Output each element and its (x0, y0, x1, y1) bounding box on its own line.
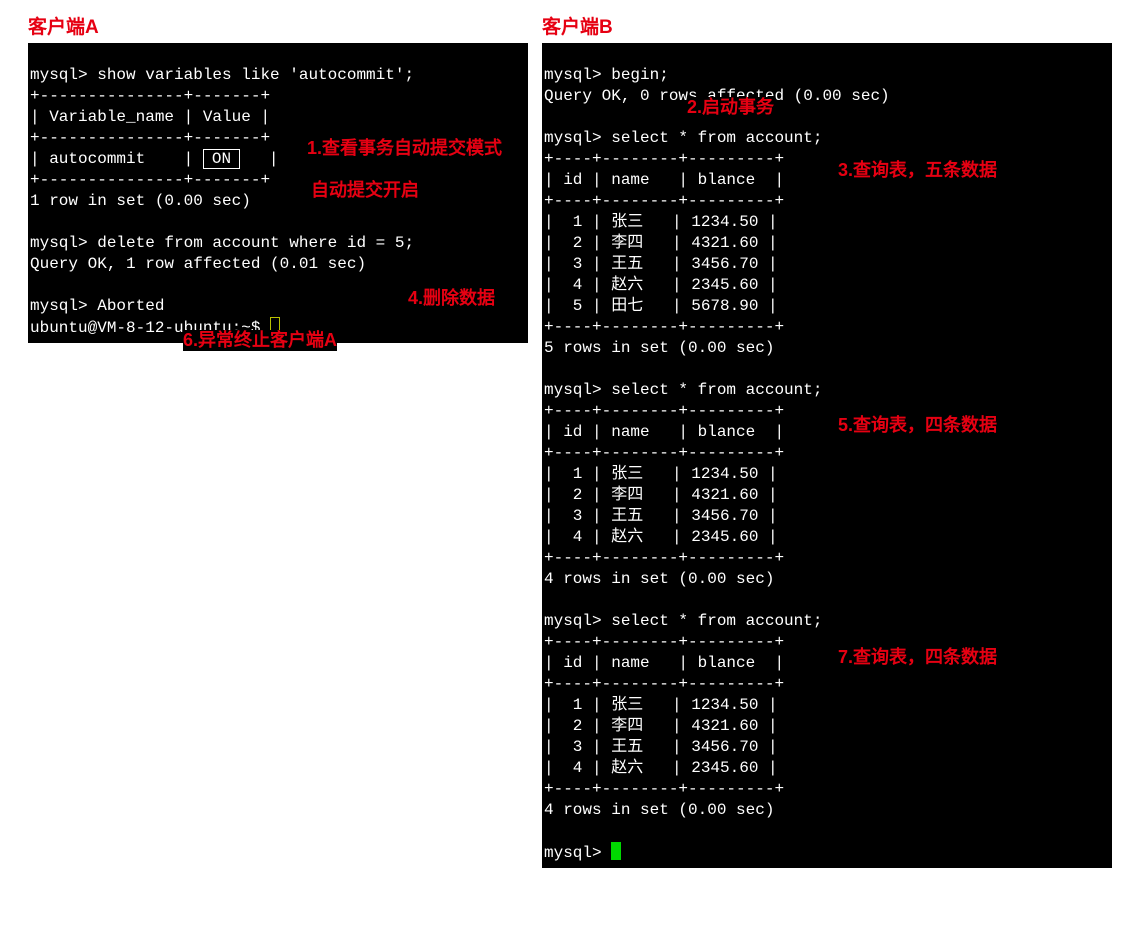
b-border: +----+--------+---------+ (544, 675, 784, 693)
b-cmd-begin: mysql> begin; (544, 66, 669, 84)
client-a-column: 客户端A mysql> show variables like 'autocom… (28, 12, 528, 343)
table-row: | 1 | 张三 | 1234.50 | (544, 696, 778, 714)
client-b-title: 客户端B (542, 12, 1112, 39)
b-border: +----+--------+---------+ (544, 444, 784, 462)
a-sep2: +---------------+-------+ (30, 129, 270, 147)
b-header: | id | name | blance | (544, 654, 784, 672)
b-header: | id | name | blance | (544, 423, 784, 441)
b-select-3: mysql> select * from account; (544, 612, 822, 630)
a-cmd-delete: mysql> delete from account where id = 5; (30, 234, 414, 252)
b-border: +----+--------+---------+ (544, 318, 784, 336)
annotation-b5: 5.查询表，四条数据 (838, 415, 997, 436)
a-autocommit-row-left: | autocommit | (30, 150, 193, 168)
b-border: +----+--------+---------+ (544, 633, 784, 651)
table-row: | 4 | 赵六 | 2345.60 | (544, 759, 778, 777)
b-select-2: mysql> select * from account; (544, 381, 822, 399)
b-rows4-msg: 4 rows in set (0.00 sec) (544, 570, 774, 588)
a-sep3: +---------------+-------+ (30, 171, 270, 189)
a-row-end: | (269, 150, 279, 168)
table-row: | 4 | 赵六 | 2345.60 | (544, 276, 778, 294)
annotation-2: 自动提交开启 (311, 180, 419, 201)
a-header-row: | Variable_name | Value | (30, 108, 270, 126)
table-row: | 3 | 王五 | 3456.70 | (544, 255, 778, 273)
b-rows4-msg2: 4 rows in set (0.00 sec) (544, 801, 774, 819)
two-column-layout: 客户端A mysql> show variables like 'autocom… (28, 12, 1111, 868)
annotation-b7: 7.查询表，四条数据 (838, 647, 997, 668)
annotation-b2: 2.启动事务 (687, 97, 774, 118)
cursor-icon (611, 842, 621, 860)
table-row: | 2 | 李四 | 4321.60 | (544, 234, 778, 252)
client-b-column: 客户端B mysql> begin;2.启动事务 Query OK, 0 row… (542, 12, 1112, 868)
a-rows-msg: 1 row in set (0.00 sec) (30, 192, 251, 210)
b-border: +----+--------+---------+ (544, 192, 784, 210)
b-border: +----+--------+---------+ (544, 549, 784, 567)
table-row: | 1 | 张三 | 1234.50 | (544, 213, 778, 231)
client-a-title: 客户端A (28, 12, 528, 39)
table-row: | 2 | 李四 | 4321.60 | (544, 486, 778, 504)
b-prompt-end: mysql> (544, 844, 611, 862)
annotation-b3: 3.查询表，五条数据 (838, 160, 997, 181)
table-row: | 1 | 张三 | 1234.50 | (544, 465, 778, 483)
b-border: +----+--------+---------+ (544, 402, 784, 420)
table-row: | 3 | 王五 | 3456.70 | (544, 507, 778, 525)
a-sep: +---------------+-------+ (30, 87, 270, 105)
a-cmd-show-vars: mysql> show variables like 'autocommit'; (30, 66, 414, 84)
table-row: | 3 | 王五 | 3456.70 | (544, 738, 778, 756)
terminal-a[interactable]: mysql> show variables like 'autocommit';… (28, 43, 528, 343)
table-row: | 4 | 赵六 | 2345.60 | (544, 528, 778, 546)
autocommit-value-box: ON (203, 149, 240, 169)
annotation-4: 4.删除数据 (408, 288, 495, 309)
a-aborted: mysql> Aborted (30, 297, 164, 315)
a-delete-ok: Query OK, 1 row affected (0.01 sec) (30, 255, 366, 273)
b-select-1: mysql> select * from account; (544, 129, 822, 147)
table-row: | 2 | 李四 | 4321.60 | (544, 717, 778, 735)
table-row: | 5 | 田七 | 5678.90 | (544, 297, 778, 315)
b-rows5-msg: 5 rows in set (0.00 sec) (544, 339, 774, 357)
b-border: +----+--------+---------+ (544, 150, 784, 168)
b-border: +----+--------+---------+ (544, 780, 784, 798)
terminal-b[interactable]: mysql> begin;2.启动事务 Query OK, 0 rows aff… (542, 43, 1112, 868)
b-header: | id | name | blance | (544, 171, 784, 189)
annotation-6: 6.异常终止客户端A (183, 330, 337, 351)
annotation-1: 1.查看事务自动提交模式 (307, 138, 502, 159)
